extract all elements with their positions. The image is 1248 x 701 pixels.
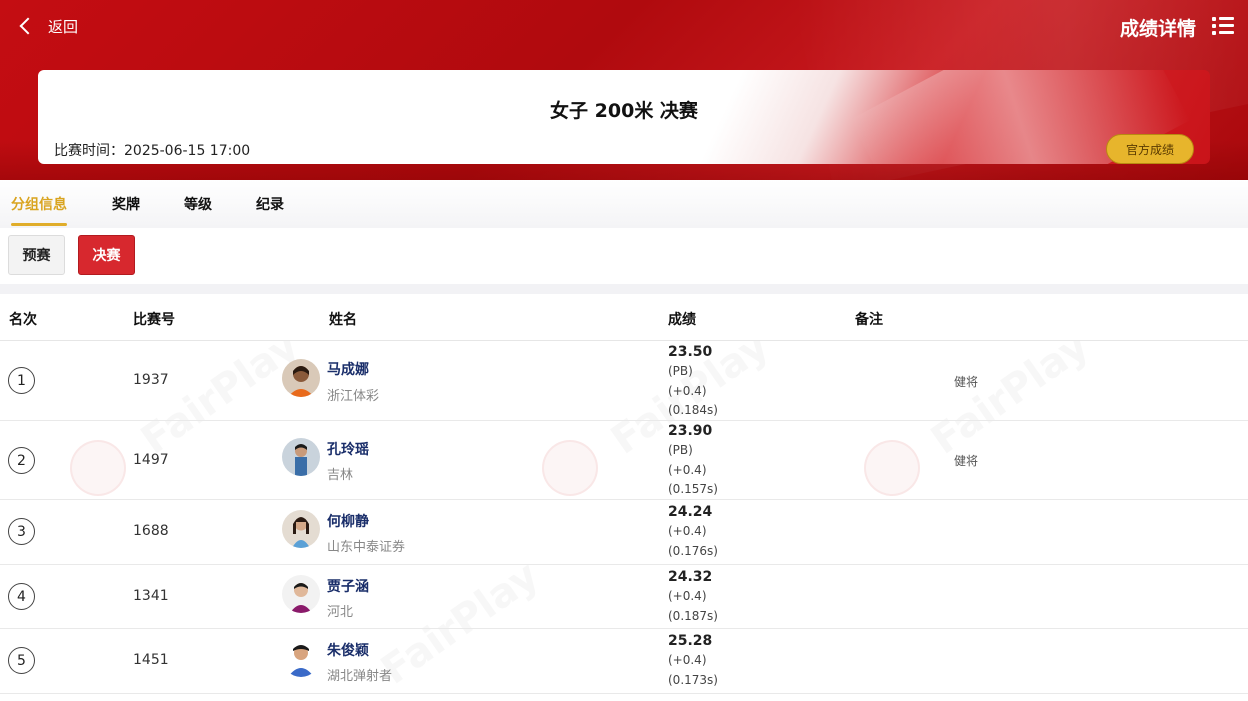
table-row[interactable]: 1 1937 马成娜 浙江体彩 23.50 (PB) (+0.4) (0.184… <box>0 341 1248 421</box>
rank-badge: 2 <box>8 447 35 474</box>
result-cell: 23.90 (PB) (+0.4) (0.157s) <box>668 422 718 500</box>
round-button-prelim[interactable]: 预赛 <box>8 235 65 275</box>
column-header-result: 成绩 <box>668 312 696 328</box>
result-detail: (PB) <box>668 443 693 457</box>
note-cell: 健将 <box>954 454 979 468</box>
result-detail: (0.157s) <box>668 482 718 496</box>
tab-medals[interactable]: 奖牌 <box>112 180 140 228</box>
rank-badge: 1 <box>8 367 35 394</box>
result-detail: (PB) <box>668 364 693 378</box>
result-detail: (0.176s) <box>668 543 718 558</box>
athlete-name[interactable]: 贾子涵 <box>327 576 369 596</box>
athlete-name[interactable]: 何柳静 <box>327 511 369 531</box>
table-row[interactable]: 5 1451 朱俊颖 湖北弹射者 25.28 (+0.4) (0.173s) <box>0 629 1248 694</box>
list-menu-icon[interactable] <box>1212 16 1234 36</box>
result-detail: (+0.4) <box>668 524 707 538</box>
result-cell: 24.24 (+0.4) (0.176s) <box>668 503 718 561</box>
tab-grades[interactable]: 等级 <box>184 180 212 228</box>
avatar[interactable] <box>282 639 320 677</box>
result-cell: 23.50 (PB) (+0.4) (0.184s) <box>668 343 718 421</box>
results-table-header: 名次 比赛号 姓名 成绩 备注 <box>0 294 1248 341</box>
section-divider <box>0 284 1248 294</box>
round-button-final[interactable]: 决赛 <box>78 235 135 275</box>
bib-number: 1937 <box>133 372 169 388</box>
chevron-left-icon <box>19 17 37 35</box>
column-header-name: 姓名 <box>329 312 357 328</box>
table-row[interactable]: 4 1341 贾子涵 河北 24.32 (+0.4) (0.187s) <box>0 565 1248 629</box>
result-detail: (+0.4) <box>668 462 707 477</box>
result-time: 23.50 <box>668 344 713 360</box>
athlete-name[interactable]: 朱俊颖 <box>327 640 369 660</box>
event-card: 女子 200米 决赛 比赛时间：2025-06-15 17:00 官方成绩 <box>38 70 1210 164</box>
athlete-team: 山东中泰证券 <box>327 540 406 555</box>
avatar[interactable] <box>282 510 320 548</box>
back-button[interactable]: 返回 <box>16 14 78 38</box>
athlete-team: 浙江体彩 <box>327 389 380 404</box>
column-header-bib: 比赛号 <box>133 312 175 328</box>
result-detail: (+0.4) <box>668 589 707 603</box>
athlete-team: 湖北弹射者 <box>327 669 393 684</box>
avatar[interactable] <box>282 359 320 397</box>
rank-badge: 5 <box>8 647 35 674</box>
table-row[interactable]: 2 1497 孔玲瑶 吉林 23.90 (PB) (+0.4) (0.157s)… <box>0 421 1248 500</box>
round-selector: 预赛 决赛 <box>0 228 1248 284</box>
rank-badge: 3 <box>8 518 35 545</box>
tab-records[interactable]: 纪录 <box>256 180 284 228</box>
event-title: 女子 200米 决赛 <box>550 100 698 122</box>
bib-number: 1451 <box>133 652 169 668</box>
note-cell: 健将 <box>954 375 979 389</box>
tab-bar: 分组信息 奖牌 等级 纪录 <box>0 180 1248 228</box>
result-time: 24.32 <box>668 569 713 585</box>
result-time: 23.90 <box>668 423 713 439</box>
result-detail: (+0.4) <box>668 383 707 398</box>
official-results-button[interactable]: 官方成绩 <box>1106 134 1194 164</box>
result-cell: 24.32 (+0.4) (0.187s) <box>668 568 718 626</box>
result-detail: (0.187s) <box>668 608 718 623</box>
athlete-name[interactable]: 孔玲瑶 <box>327 439 369 459</box>
page-title: 成绩详情 <box>1119 18 1196 40</box>
result-detail: (0.184s) <box>668 403 718 417</box>
result-cell: 25.28 (+0.4) (0.173s) <box>668 632 718 690</box>
table-row[interactable]: 3 1688 何柳静 山东中泰证券 24.24 (+0.4) (0.176s) <box>0 500 1248 565</box>
athlete-name[interactable]: 马成娜 <box>327 359 369 379</box>
bib-number: 1497 <box>133 452 169 468</box>
avatar[interactable] <box>282 438 320 476</box>
athlete-team: 河北 <box>327 605 354 620</box>
event-time: 比赛时间：2025-06-15 17:00 <box>54 143 251 159</box>
bib-number: 1341 <box>133 588 169 604</box>
rank-badge: 4 <box>8 583 35 610</box>
result-detail: (+0.4) <box>668 653 707 667</box>
back-label: 返回 <box>48 17 79 36</box>
tab-group-info[interactable]: 分组信息 <box>11 180 67 228</box>
result-time: 25.28 <box>668 633 713 649</box>
column-header-rank: 名次 <box>9 312 37 328</box>
header-banner: 返回 成绩详情 女子 200米 决赛 比赛时间：2025-06-15 17:00… <box>0 0 1248 180</box>
avatar[interactable] <box>282 575 320 613</box>
bib-number: 1688 <box>133 523 169 539</box>
athlete-team: 吉林 <box>327 468 354 483</box>
column-header-note: 备注 <box>855 312 883 328</box>
result-time: 24.24 <box>668 504 713 520</box>
result-detail: (0.173s) <box>668 672 718 687</box>
